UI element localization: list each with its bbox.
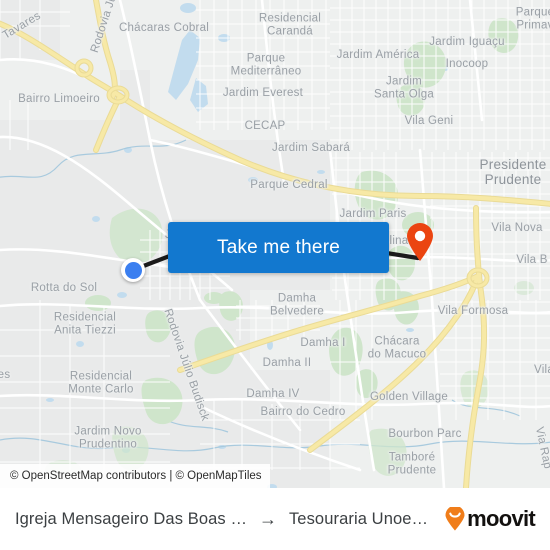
origin-dot-marker[interactable] — [121, 258, 145, 282]
moovit-logo[interactable]: moovit — [444, 506, 536, 532]
footer-origin-label[interactable]: Igreja Mensageiro Das Boas N… — [15, 510, 247, 529]
trip-footer-bar: Igreja Mensageiro Das Boas N… → Tesourar… — [0, 488, 550, 550]
take-me-there-button[interactable]: Take me there — [168, 222, 389, 273]
footer-destination-label[interactable]: Tesouraria Unoe… — [289, 510, 428, 529]
map-canvas[interactable]: Tavares Rodovia Jú Chácaras Cobral Residenc… — [0, 0, 550, 488]
origin-dot-inner — [124, 261, 142, 279]
moovit-pin-icon — [445, 507, 465, 531]
destination-pin-marker[interactable] — [405, 222, 435, 262]
moovit-trip-screen: Tavares Rodovia Jú Chácaras Cobral Residenc… — [0, 0, 550, 550]
map-attribution: © OpenStreetMap contributors | © OpenMap… — [0, 464, 270, 488]
arrow-right-icon: → — [258, 509, 277, 529]
moovit-wordmark: moovit — [467, 506, 536, 531]
